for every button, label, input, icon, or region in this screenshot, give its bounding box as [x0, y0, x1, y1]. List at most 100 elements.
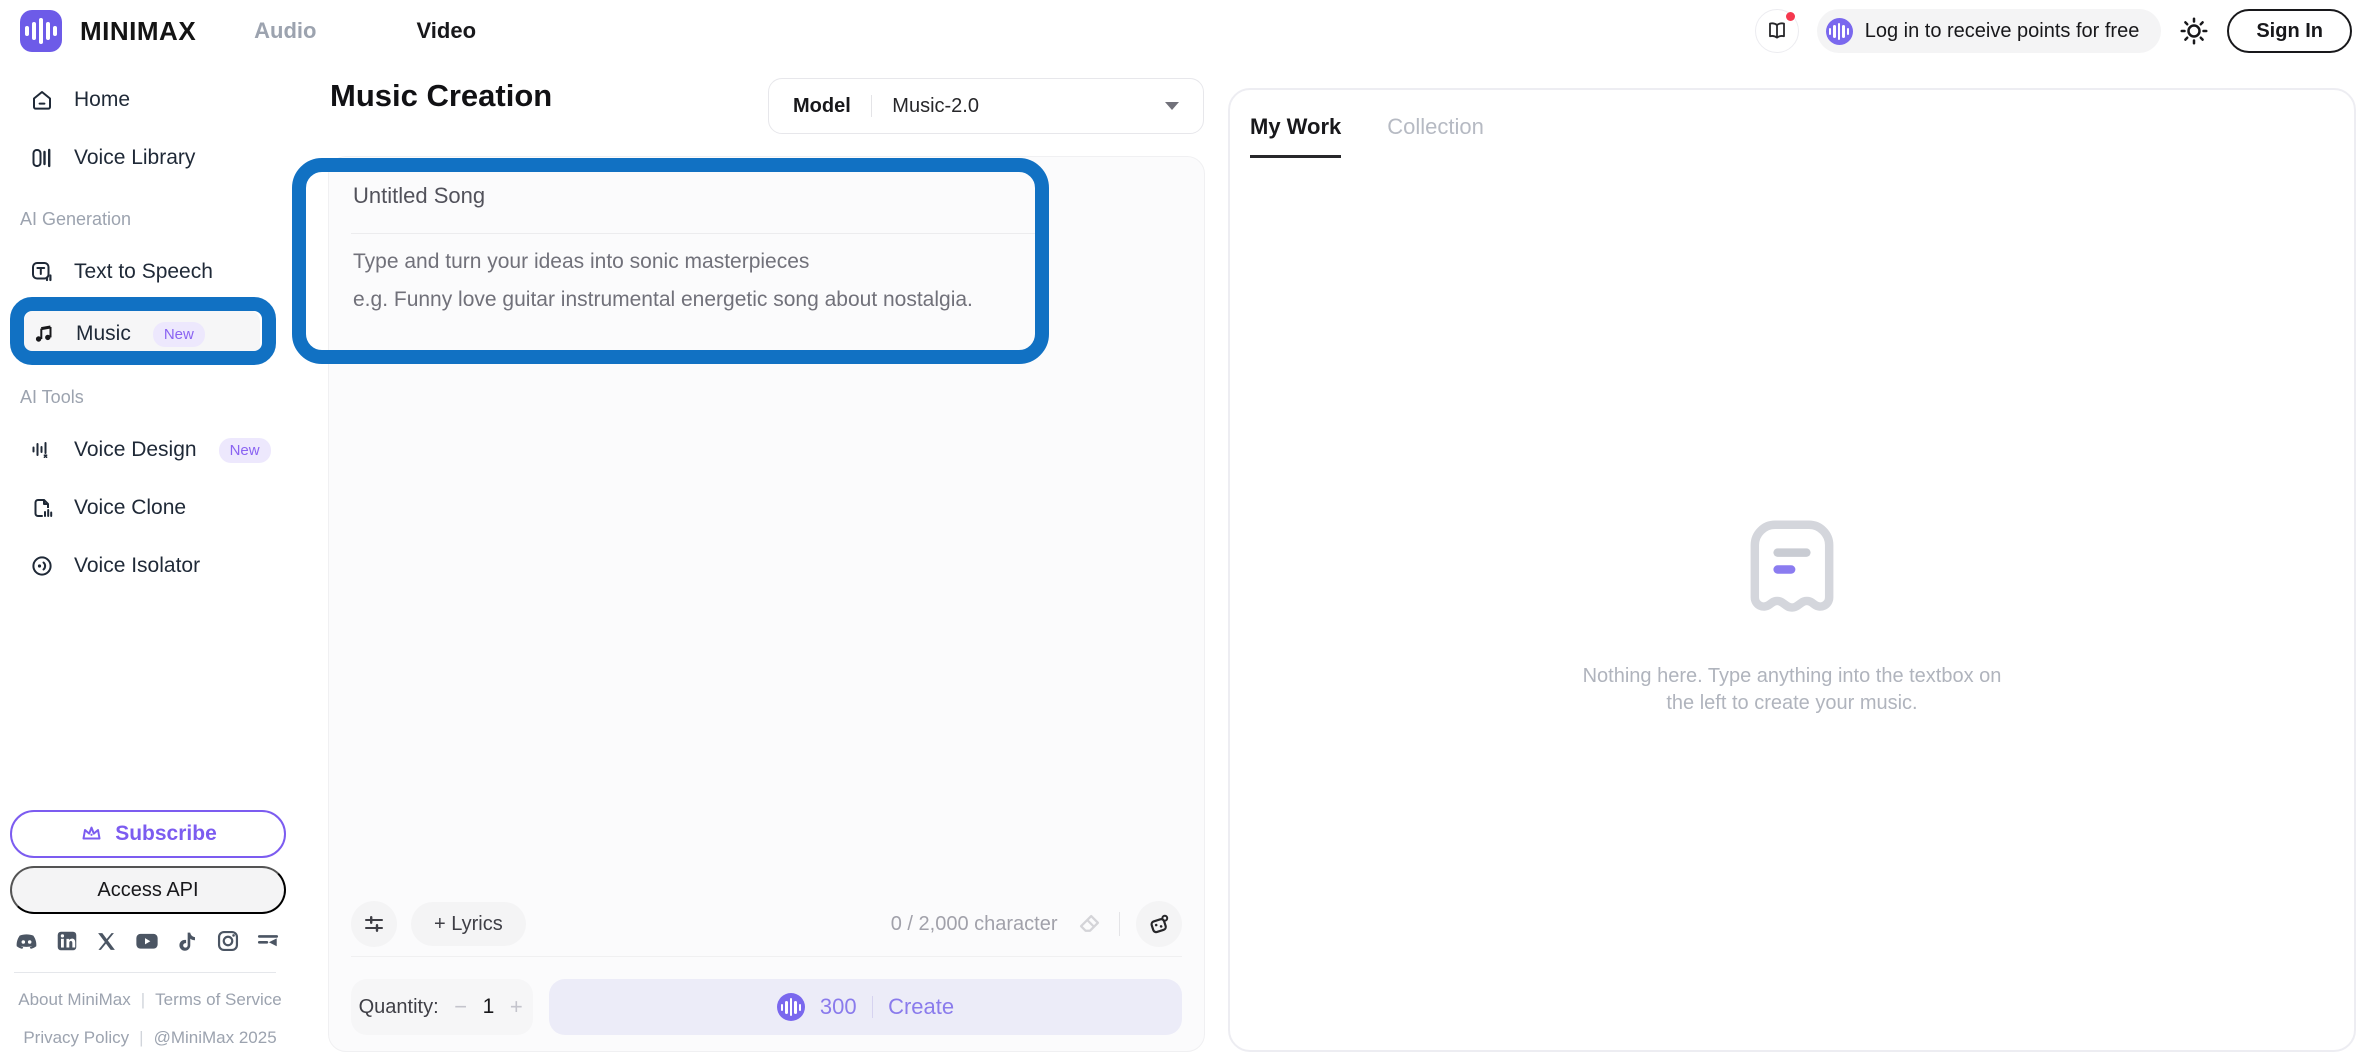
text-to-speech-icon [30, 260, 54, 284]
quantity-decrease-button[interactable]: − [452, 994, 470, 1020]
clear-text-button[interactable] [1076, 911, 1103, 938]
brand-name: MINIMAX [80, 16, 196, 47]
model-selector[interactable]: Model Music-2.0 [768, 78, 1204, 134]
points-banner-text: Log in to receive points for free [1865, 20, 2140, 43]
book-icon [1765, 19, 1789, 43]
sidebar-item-label: Voice Library [74, 146, 195, 170]
x-icon[interactable] [95, 930, 118, 953]
description-placeholder-line1: Type and turn your ideas into sonic mast… [353, 243, 973, 281]
empty-state: Nothing here. Type anything into the tex… [1230, 518, 2354, 717]
generation-controls: Quantity: − 1 + 300 Create [351, 979, 1182, 1035]
quantity-label: Quantity: [359, 996, 439, 1019]
sidebar-item-voice-library[interactable]: Voice Library [30, 138, 300, 178]
voice-clone-icon [30, 496, 54, 520]
works-panel: My Work Collection Nothing here. Type an… [1228, 88, 2356, 1052]
privacy-policy-link[interactable]: Privacy Policy [23, 1028, 129, 1048]
model-selector-divider [871, 95, 873, 117]
song-title-input[interactable]: Untitled Song [353, 183, 485, 209]
composer-bottom-divider [351, 956, 1182, 957]
login-points-banner[interactable]: Log in to receive points for free [1817, 9, 2162, 53]
subscribe-button[interactable]: Subscribe [10, 810, 286, 858]
footer-separator: | [141, 990, 145, 1010]
points-coin-icon [1826, 18, 1853, 45]
cost-coin-icon [777, 993, 805, 1021]
quantity-stepper: Quantity: − 1 + [351, 979, 533, 1035]
sidebar: Home Voice Library AI Generation Text to… [0, 62, 300, 1060]
create-cost: 300 [820, 994, 857, 1020]
quantity-value: 1 [483, 995, 495, 1019]
access-api-button[interactable]: Access API [10, 866, 286, 914]
section-label-ai-generation: AI Generation [20, 206, 300, 232]
advanced-settings-button[interactable] [351, 901, 397, 947]
tab-my-work[interactable]: My Work [1250, 114, 1341, 158]
top-bar: MINIMAX Audio Video Log in to receive po… [0, 0, 2372, 62]
create-button-label: Create [888, 994, 954, 1020]
empty-state-line2: the left to create your music. [1230, 690, 2354, 717]
minimax-audio-app: MINIMAX Audio Video Log in to receive po… [0, 0, 2372, 1060]
sidebar-item-label: Music [76, 322, 131, 346]
quantity-increase-button[interactable]: + [507, 994, 525, 1020]
add-lyrics-button[interactable]: + Lyrics [411, 902, 526, 946]
instagram-icon[interactable] [216, 929, 240, 953]
sidebar-item-label: Voice Design [74, 438, 197, 462]
copyright-text: @MiniMax 2025 [154, 1028, 277, 1048]
terms-of-service-link[interactable]: Terms of Service [155, 990, 282, 1010]
sidebar-item-label: Voice Isolator [74, 554, 200, 578]
page-title: Music Creation [330, 78, 552, 114]
minimax-logo-icon[interactable] [20, 10, 62, 52]
model-selector-value: Music-2.0 [892, 95, 979, 118]
sliders-icon [363, 913, 385, 935]
feed-icon[interactable] [256, 929, 280, 953]
section-label-ai-tools: AI Tools [20, 384, 300, 410]
create-button-divider [872, 996, 874, 1018]
empty-state-text: Nothing here. Type anything into the tex… [1230, 663, 2354, 717]
new-badge: New [219, 438, 271, 463]
new-badge: New [153, 322, 205, 347]
composer-toolbar: + Lyrics 0 / 2,000 character [351, 901, 1182, 947]
about-minimax-link[interactable]: About MiniMax [18, 990, 130, 1010]
toolbar-divider [1119, 912, 1121, 936]
music-composer-card: Untitled Song Type and turn your ideas i… [328, 156, 1205, 1052]
notification-dot [1786, 12, 1795, 21]
docs-button[interactable] [1755, 9, 1799, 53]
sidebar-item-text-to-speech[interactable]: Text to Speech [30, 252, 300, 292]
sidebar-item-music[interactable]: Music New [24, 310, 260, 358]
works-tabs: My Work Collection [1250, 114, 1484, 158]
sidebar-footer: About MiniMax | Terms of Service Privacy… [0, 990, 300, 1060]
empty-state-line1: Nothing here. Type anything into the tex… [1230, 663, 2354, 690]
chevron-down-icon [1165, 102, 1179, 110]
footer-separator: | [139, 1028, 143, 1048]
description-textarea[interactable]: Type and turn your ideas into sonic mast… [353, 243, 973, 319]
sidebar-footer-divider [14, 972, 276, 973]
random-prompt-button[interactable] [1136, 901, 1182, 947]
tiktok-icon[interactable] [177, 930, 200, 953]
sidebar-item-label: Text to Speech [74, 260, 213, 284]
discord-icon[interactable] [14, 929, 39, 954]
sidebar-item-label: Voice Clone [74, 496, 186, 520]
subscribe-label: Subscribe [115, 822, 217, 846]
nav-tab-audio[interactable]: Audio [254, 18, 316, 44]
youtube-icon[interactable] [134, 928, 160, 954]
eraser-icon [1076, 911, 1103, 938]
sidebar-item-voice-design[interactable]: Voice Design New [30, 430, 300, 470]
dice-icon [1147, 912, 1171, 936]
empty-receipt-icon [1748, 518, 1836, 616]
composer-divider [351, 233, 1043, 234]
sidebar-item-home[interactable]: Home [30, 80, 300, 120]
create-button[interactable]: 300 Create [549, 979, 1182, 1035]
music-icon [32, 322, 56, 346]
linkedin-icon[interactable] [55, 929, 79, 953]
voice-library-icon [30, 146, 54, 170]
voice-design-icon [30, 438, 54, 462]
sign-in-button[interactable]: Sign In [2227, 9, 2352, 53]
voice-isolator-icon [30, 554, 54, 578]
theme-toggle-sun-icon[interactable] [2179, 16, 2209, 46]
tab-collection[interactable]: Collection [1387, 114, 1484, 158]
sidebar-item-voice-clone[interactable]: Voice Clone [30, 488, 300, 528]
home-icon [30, 88, 54, 112]
crown-icon [79, 822, 103, 846]
social-links [14, 928, 280, 954]
sidebar-item-label: Home [74, 88, 130, 112]
sidebar-item-voice-isolator[interactable]: Voice Isolator [30, 546, 300, 586]
nav-tab-video[interactable]: Video [417, 18, 477, 44]
